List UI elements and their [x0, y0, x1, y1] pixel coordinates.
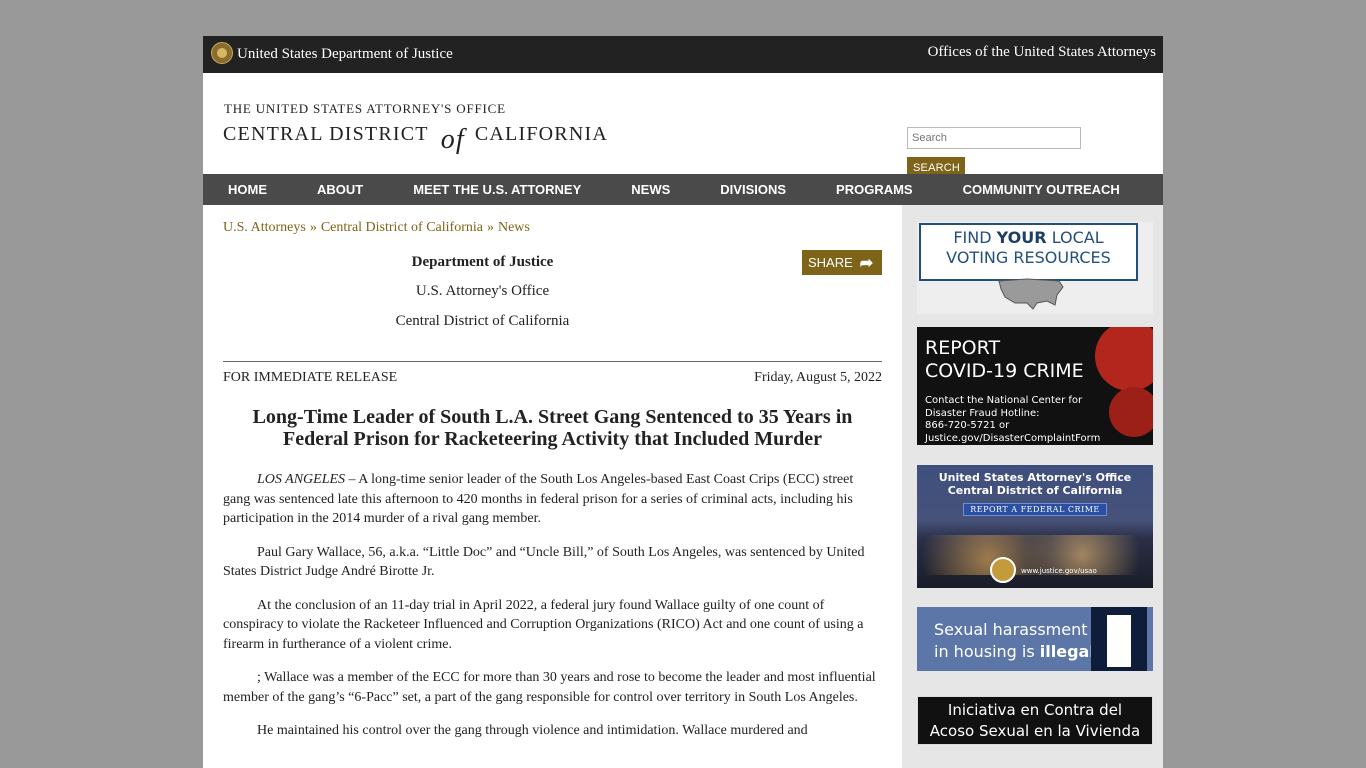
voting-line2: VOTING RESOURCES: [946, 248, 1111, 267]
iniciativa-line2: Acoso Sexual en la Vivienda: [929, 722, 1141, 740]
covid-line1: REPORT: [925, 337, 1001, 359]
office-title[interactable]: THE UNITED STATES ATTORNEY'S OFFICE: [224, 101, 506, 117]
release-date: Friday, August 5, 2022: [754, 370, 882, 385]
doj-home-link[interactable]: United States Department of Justice: [237, 46, 453, 63]
sexual-harassment-banner[interactable]: Sexual harassment in housing is illegal.: [917, 607, 1153, 671]
door-icon: [1091, 607, 1147, 671]
offices-link[interactable]: Offices of the United States Attorneys: [928, 44, 1156, 61]
office-name: U.S. Attorney's Office: [415, 283, 550, 299]
share-label: SHARE: [808, 255, 853, 270]
harassment-text: Sexual harassment in housing is illegal.: [934, 619, 1101, 663]
breadcrumb-district[interactable]: Central District of California: [321, 220, 483, 235]
share-button[interactable]: SHARE ➦: [802, 250, 882, 275]
covid-small3: 866-720-5721 or: [925, 420, 1010, 431]
sidebar: FIND YOUR LOCAL VOTING RESOURCES REPORT …: [902, 205, 1163, 768]
voting-banner-text: FIND YOUR LOCAL VOTING RESOURCES: [919, 223, 1138, 281]
voting-line1-b: YOUR: [996, 228, 1047, 247]
report-federal-crime-banner[interactable]: United States Attorney's Office Central …: [917, 465, 1153, 588]
doj-seal-icon[interactable]: [211, 42, 233, 64]
nav-meet-us-attorney[interactable]: MEET THE U.S. ATTORNEY: [388, 182, 606, 197]
nav-divisions[interactable]: DIVISIONS: [695, 182, 811, 197]
nav-programs[interactable]: PROGRAMS: [811, 182, 938, 197]
iniciativa-text: Iniciativa en Contra del Acoso Sexual en…: [918, 700, 1152, 742]
doj-seal-icon: [990, 557, 1016, 583]
main-nav: HOME ABOUT MEET THE U.S. ATTORNEY NEWS D…: [203, 174, 1163, 205]
report-url: www.justice.gov/usao: [1021, 567, 1097, 575]
article-body: LOS ANGELES – A long-time senior leader …: [223, 470, 882, 741]
district-title[interactable]: CENTRAL DISTRICT of CALIFORNIA: [223, 123, 608, 154]
article-paragraph: ; Wallace was a member of the ECC for mo…: [223, 670, 876, 705]
report-line1: United States Attorney's Office: [938, 471, 1132, 484]
top-bar: United States Department of Justice Offi…: [203, 36, 1163, 73]
covid-line2: COVID-19 CRIME: [925, 360, 1084, 382]
harassment-line2a: in housing is: [934, 642, 1035, 661]
virus-icon: [1109, 387, 1153, 437]
iniciativa-line1: Iniciativa en Contra del: [947, 701, 1123, 719]
harassment-line1: Sexual harassment: [934, 620, 1088, 639]
district-title-of: of: [440, 124, 465, 155]
nav-home[interactable]: HOME: [203, 182, 292, 197]
voting-resources-banner[interactable]: FIND YOUR LOCAL VOTING RESOURCES: [917, 222, 1153, 314]
search-input[interactable]: [907, 127, 1081, 149]
article-paragraph: Paul Gary Wallace, 56, a.k.a. “Little Do…: [223, 544, 865, 580]
press-release-title: Long-Time Leader of South L.A. Street Ga…: [252, 406, 853, 450]
covid-small2: Disaster Fraud Hotline:: [925, 407, 1040, 419]
nav-about[interactable]: ABOUT: [292, 182, 388, 197]
site-header: THE UNITED STATES ATTORNEY'S OFFICE CENT…: [203, 73, 1163, 179]
breadcrumb: U.S. Attorneys» Central District of Calif…: [223, 220, 882, 236]
dateline: LOS ANGELES: [257, 472, 346, 487]
share-arrow-icon: ➦: [859, 254, 874, 272]
release-label: FOR IMMEDIATE RELEASE: [223, 370, 398, 385]
divider: [223, 361, 882, 362]
iniciativa-banner[interactable]: Iniciativa en Contra del Acoso Sexual en…: [917, 696, 1153, 745]
voting-line1-a: FIND: [953, 228, 992, 247]
virus-icon: [1095, 327, 1153, 391]
breadcrumb-separator: »: [486, 220, 494, 235]
breadcrumb-separator: »: [309, 220, 317, 235]
nav-community-outreach[interactable]: COMMUNITY OUTREACH: [938, 182, 1145, 197]
report-line2: Central District of California: [947, 484, 1123, 497]
article-paragraph: LOS ANGELES – A long-time senior leader …: [223, 470, 882, 529]
report-banner-title: United States Attorney's Office Central …: [917, 471, 1153, 497]
district-name: Central District of California: [395, 313, 570, 329]
release-header: Department of Justice U.S. Attorney's Of…: [223, 248, 882, 358]
article-paragraph: At the conclusion of an 11-day trial in …: [223, 597, 864, 652]
district-title-left: CENTRAL DISTRICT: [223, 123, 429, 145]
voting-line1-c: LOCAL: [1051, 228, 1104, 247]
breadcrumb-news[interactable]: News: [498, 220, 530, 235]
dept-name: Department of Justice: [411, 254, 554, 270]
covid-headline: REPORT COVID-19 CRIME: [925, 337, 1084, 383]
breadcrumb-us-attorneys[interactable]: U.S. Attorneys: [223, 220, 306, 235]
covid-small4: Justice.gov/DisasterComplaintForm: [925, 432, 1101, 444]
report-crime-label: REPORT A FEDERAL CRIME: [963, 503, 1107, 516]
release-info: FOR IMMEDIATE RELEASE Friday, August 5, …: [223, 370, 882, 386]
page: United States Department of Justice Offi…: [203, 36, 1163, 768]
nav-news[interactable]: NEWS: [606, 182, 695, 197]
covid-crime-banner[interactable]: REPORT COVID-19 CRIME Contact the Nation…: [917, 327, 1153, 445]
covid-small1: Contact the National Center for: [925, 395, 1083, 406]
main-content: U.S. Attorneys» Central District of Calif…: [223, 205, 882, 741]
covid-details: Contact the National Center for Disaster…: [925, 395, 1100, 445]
us-map-icon: [998, 278, 1064, 310]
article-paragraph: He maintained his control over the gang …: [257, 723, 808, 738]
district-title-right: CALIFORNIA: [474, 123, 608, 145]
